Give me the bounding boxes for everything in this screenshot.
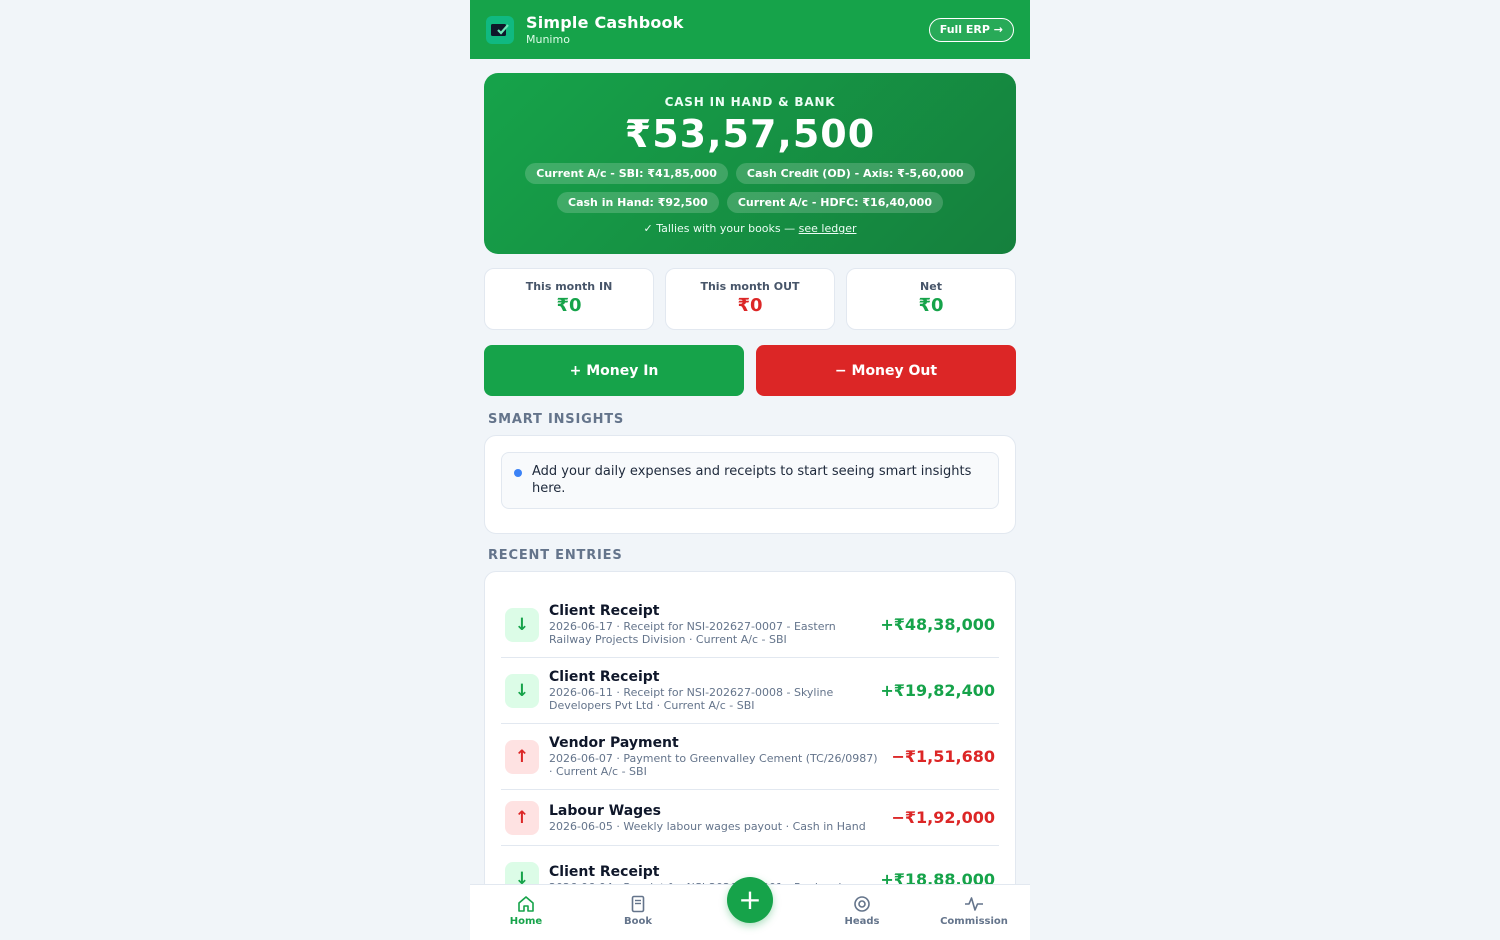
monthly-stats: This month IN ₹0 This month OUT ₹0 Net ₹… <box>484 268 1016 330</box>
stat-label: Net <box>920 280 942 293</box>
tally-note: ✓ Tallies with your books — see ledger <box>484 222 1016 235</box>
wallet-check-icon <box>486 15 514 44</box>
entry-meta: 2026-06-11 · Receipt for NSI-202627-0008… <box>549 686 834 712</box>
arrow-up-icon: ↑ <box>505 739 539 774</box>
balance-amount: ₹53,57,500 <box>624 112 876 156</box>
full-erp-button[interactable]: Full ERP → <box>928 17 1014 42</box>
app-subtitle: Munimo <box>526 33 570 46</box>
account-chip: Current A/c - HDFC: ₹16,40,000 <box>726 192 943 213</box>
entry-body: Client Receipt 2026-06-11 · Receipt for … <box>549 669 870 712</box>
book-icon <box>631 895 645 913</box>
account-chips: Current A/c - SBI: ₹41,85,000 Cash Credi… <box>484 163 1016 213</box>
nav-commission[interactable]: Commission <box>918 885 1030 940</box>
stat-month-in: This month IN ₹0 <box>484 268 654 330</box>
stat-net: Net ₹0 <box>846 268 1016 330</box>
stat-value: ₹0 <box>918 295 944 316</box>
entry-title: Client Receipt <box>549 603 660 619</box>
activity-icon <box>965 897 983 911</box>
entry-meta: 2026-06-17 · Receipt for NSI-202627-0007… <box>549 620 836 646</box>
entry-title: Vendor Payment <box>549 735 679 751</box>
account-chip: Cash in Hand: ₹92,500 <box>557 192 719 213</box>
stat-value: ₹0 <box>737 295 763 316</box>
entry-meta: 2026-06-07 · Payment to Greenvalley Ceme… <box>549 752 878 778</box>
nav-home[interactable]: Home <box>470 885 582 940</box>
nav-label: Book <box>623 916 652 927</box>
entry-title: Labour Wages <box>549 802 661 819</box>
insights-title: SMART INSIGHTS <box>488 412 625 427</box>
entry-row[interactable]: ↑ Labour Wages 2026-06-05 · Weekly labou… <box>501 790 999 846</box>
entry-amount: +₹48,38,000 <box>880 615 995 634</box>
account-chip: Cash Credit (OD) - Axis: ₹-5,60,000 <box>735 163 975 184</box>
entry-row[interactable]: ↑ Vendor Payment 2026-06-07 · Payment to… <box>501 724 999 790</box>
entry-body: Client Receipt 2026-06-17 · Receipt for … <box>549 603 870 646</box>
entry-body: Vendor Payment 2026-06-07 · Payment to G… <box>549 735 882 778</box>
insight-item: Add your daily expenses and receipts to … <box>501 452 999 509</box>
entry-row[interactable]: ↓ Client Receipt 2026-06-17 · Receipt fo… <box>501 592 999 658</box>
account-chip: Current A/c - SBI: ₹41,85,000 <box>525 163 728 184</box>
home-icon <box>518 896 534 912</box>
recent-entries-title: RECENT ENTRIES <box>488 548 623 563</box>
arrow-up-icon: ↑ <box>505 800 539 835</box>
add-entry-fab[interactable]: + <box>727 877 773 923</box>
app-title: Simple Cashbook <box>526 13 684 32</box>
nav-heads[interactable]: Heads <box>806 885 918 940</box>
stat-value: ₹0 <box>556 295 582 316</box>
money-actions: + Money In − Money Out <box>484 345 1016 396</box>
entry-title: Client Receipt <box>549 864 660 880</box>
entry-amount: +₹19,82,400 <box>880 681 995 700</box>
app-header: Simple Cashbook Munimo Full ERP → <box>470 0 1030 59</box>
entry-title: Client Receipt <box>549 669 660 685</box>
money-in-button[interactable]: + Money In <box>484 345 744 396</box>
cashbook-app: Simple Cashbook Munimo Full ERP → CASH I… <box>470 0 1030 940</box>
see-ledger-link[interactable]: see ledger <box>799 222 857 235</box>
nav-book[interactable]: Book <box>582 885 694 940</box>
arrow-down-icon: ↓ <box>505 607 539 642</box>
nav-label: Heads <box>844 916 880 927</box>
entry-row[interactable]: ↓ Client Receipt 2026-06-11 · Receipt fo… <box>501 658 999 724</box>
brand: Simple Cashbook Munimo <box>526 13 684 46</box>
balance-card: CASH IN HAND & BANK ₹53,57,500 Current A… <box>484 73 1016 254</box>
arrow-down-icon: ↓ <box>505 673 539 708</box>
entry-body: Labour Wages 2026-06-05 · Weekly labour … <box>549 803 882 833</box>
entry-meta: 2026-06-05 · Weekly labour wages payout … <box>549 819 866 833</box>
bullet-dot-icon <box>514 469 522 477</box>
target-icon <box>854 896 870 912</box>
stat-month-out: This month OUT ₹0 <box>665 268 835 330</box>
money-out-button[interactable]: − Money Out <box>756 345 1016 396</box>
tally-text: ✓ Tallies with your books — <box>643 222 799 235</box>
stat-label: This month IN <box>525 280 613 293</box>
entry-amount: −₹1,51,680 <box>891 747 996 766</box>
stat-label: This month OUT <box>700 280 800 293</box>
insight-text: Add your daily expenses and receipts to … <box>532 464 972 496</box>
nav-label: Commission <box>940 916 1008 927</box>
insights-card: Add your daily expenses and receipts to … <box>484 435 1016 534</box>
entry-amount: −₹1,92,000 <box>891 808 996 827</box>
nav-label: Home <box>509 916 543 927</box>
balance-label: CASH IN HAND & BANK <box>664 95 836 109</box>
